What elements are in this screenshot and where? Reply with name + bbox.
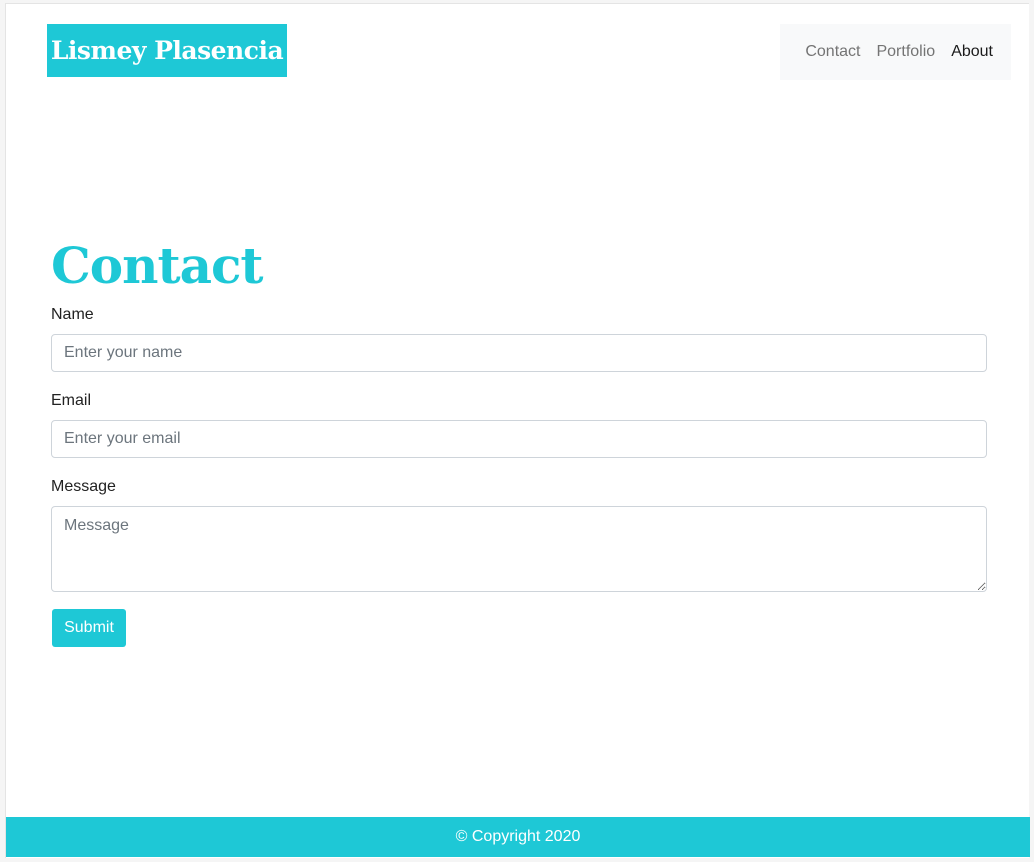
navbar: Contact Portfolio About — [780, 24, 1011, 80]
nav-link-contact[interactable]: Contact — [805, 43, 860, 61]
submit-button[interactable]: Submit — [52, 609, 126, 647]
message-label: Message — [51, 478, 116, 495]
email-label: Email — [51, 392, 92, 409]
nav-link-about[interactable]: About — [951, 43, 993, 61]
name-label: Name — [51, 306, 94, 323]
email-input[interactable] — [51, 420, 987, 458]
page-frame: Lismey Plasencia Contact Portfolio About… — [5, 3, 1030, 858]
nav-link-portfolio[interactable]: Portfolio — [876, 43, 935, 61]
brand-name: Lismey Plasencia — [50, 36, 284, 65]
name-input[interactable] — [51, 334, 987, 372]
footer: © Copyright 2020 — [6, 817, 1030, 857]
page-title: Contact — [51, 236, 264, 295]
message-textarea[interactable] — [51, 506, 987, 592]
brand-logo[interactable]: Lismey Plasencia — [47, 24, 287, 77]
copyright-text: © Copyright 2020 — [455, 828, 581, 845]
